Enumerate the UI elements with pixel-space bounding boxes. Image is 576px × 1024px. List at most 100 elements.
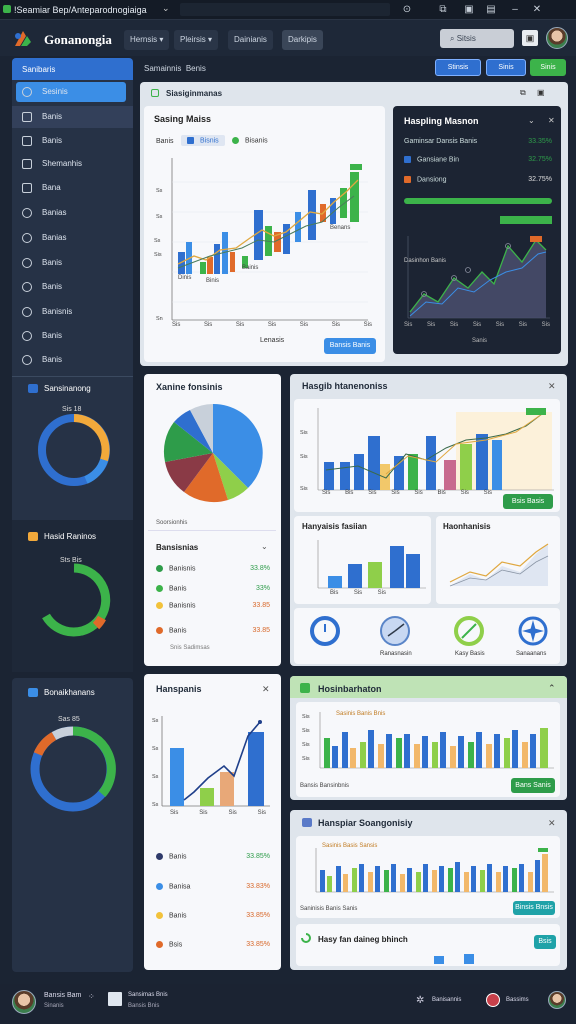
breadcrumb-item[interactable]: Samainnis	[144, 64, 181, 73]
mid-item-2: Banisa 33.83%	[156, 883, 270, 890]
pie-list-title: Bansisnias	[156, 543, 199, 552]
footer-user: Bansis Bam	[44, 992, 82, 999]
x-ticks: Sis Sis Sis Sis Sis Sis Sis	[404, 322, 550, 328]
close-icon[interactable]: ✕	[548, 381, 556, 392]
x-tick: Sis	[299, 322, 309, 328]
sidebar-item-9[interactable]: Banis	[16, 277, 130, 297]
donut-chart-1	[38, 414, 110, 486]
sidepanel-1-title: Sansinanong	[44, 384, 91, 393]
dark-x-label: Sanis	[472, 338, 488, 344]
menu-item-3[interactable]: Dainianis	[228, 30, 273, 50]
close-icon[interactable]: ✕	[530, 3, 544, 17]
search-label: Sitsis	[456, 34, 476, 43]
breadcrumb-item[interactable]: Benis	[186, 64, 206, 73]
footer-grid-icon	[108, 992, 122, 1006]
menu-item-1[interactable]: Hernsis ▾	[124, 30, 170, 50]
sidebar-item-3[interactable]: Banis	[16, 131, 130, 151]
grid-icon[interactable]: ⁘	[88, 992, 95, 1001]
y-tick: Ss	[152, 746, 159, 752]
x-ticks: Sis Sis Sis Sis	[170, 810, 266, 816]
sidebar-item-10[interactable]: Banisnis	[16, 302, 130, 322]
sidebar-item-11[interactable]: Banis	[16, 326, 130, 346]
y-tick: Sis	[154, 252, 162, 258]
row-value: 33.35%	[528, 138, 552, 145]
small-line-chart	[449, 543, 549, 587]
pie-divider	[148, 530, 276, 531]
sidebar-item-1-label[interactable]: Sesinis	[16, 82, 130, 102]
sidebar-item-4[interactable]: Shemanhis	[16, 154, 130, 174]
sidebar-item-8[interactable]: Banis	[16, 253, 130, 273]
row-label: Gaminsar Dansis Banis	[404, 138, 478, 145]
footer-avatar[interactable]	[12, 990, 36, 1014]
chevron-down-icon[interactable]: ⌄	[162, 3, 170, 14]
x-tick: Bis	[330, 590, 339, 596]
user-avatar[interactable]	[546, 27, 568, 49]
hist-button[interactable]: Bsis Basis	[503, 494, 553, 509]
minimize-icon[interactable]: –	[508, 3, 522, 17]
x-ticks: Sis Bis Sis Sis Sis Bis Sis Sis	[322, 490, 492, 496]
bottom-card-icon	[302, 818, 312, 827]
label: Banias	[42, 208, 67, 217]
app-logo-icon	[15, 31, 31, 46]
stack-icon[interactable]: ▤	[484, 3, 498, 17]
close-icon[interactable]: ✕	[548, 818, 556, 829]
app-icon	[3, 5, 11, 13]
x-tick: Sis	[331, 322, 341, 328]
dark-card-title: Haspling Masnon	[404, 116, 479, 126]
clock-icon	[380, 616, 410, 646]
label: Sesinis	[42, 87, 68, 96]
pie-chart	[163, 403, 263, 503]
y-tick: Sis	[302, 714, 310, 720]
close-icon[interactable]: ✕	[262, 684, 270, 695]
value: 33%	[255, 585, 270, 592]
footer-avatar-2[interactable]	[486, 993, 500, 1007]
compass-icon	[518, 616, 548, 646]
copy-icon[interactable]: ▣	[462, 3, 476, 17]
bottom-card-button[interactable]: Binsis Bnsis	[513, 901, 555, 915]
record-icon[interactable]: ⊙	[400, 3, 414, 17]
sidepanel-2-title: Hasid Raninos	[44, 532, 97, 541]
main-chart-button[interactable]: Bansis Banis	[324, 338, 376, 354]
sidebar-item-5[interactable]: Bana	[16, 178, 130, 198]
label: Banis	[42, 355, 63, 364]
search-input[interactable]: ⌕ Sitsis	[440, 29, 514, 48]
swatch	[156, 912, 163, 919]
share-icon[interactable]: ⧉	[436, 3, 450, 17]
toolbar-button-3[interactable]: Sinis	[530, 59, 566, 76]
sidebar-item-12[interactable]: Banis	[16, 350, 130, 370]
expand-icon[interactable]: ⧉	[520, 88, 526, 98]
x-tick: Sis	[483, 490, 492, 496]
bottom-bar-chart	[315, 848, 554, 893]
address-bar[interactable]	[180, 3, 390, 16]
check-circle-icon	[22, 257, 32, 268]
settings-icon[interactable]: ✲	[416, 995, 424, 1006]
more-icon[interactable]: ⌄	[528, 116, 535, 125]
label: Banis	[42, 136, 63, 145]
bottom-card-2-button[interactable]: Bsis	[534, 935, 556, 949]
close-icon[interactable]: ▣	[537, 88, 545, 97]
sidebar-item-7[interactable]: Banias	[16, 228, 130, 248]
y-tick: Sis	[302, 756, 310, 762]
x-tick: Bis	[345, 490, 354, 496]
sidebar-item-2[interactable]: Banis	[16, 107, 130, 127]
toolbar-button-1[interactable]: Stinsis	[435, 59, 481, 76]
menu-item-2[interactable]: Pleirsis ▾	[174, 30, 219, 50]
value: 33.8%	[250, 565, 270, 572]
menu-item-4[interactable]: Darkipis	[282, 30, 323, 50]
notification-icon[interactable]: ▣	[522, 30, 538, 46]
x-ticks: Sis Sis Sis Sis Sis Sis Sis	[172, 322, 372, 328]
sidebar-item-6[interactable]: Banias	[16, 203, 130, 223]
y-tick: Ss	[156, 188, 163, 194]
label: Banisnis	[42, 307, 73, 316]
pie-item-2: Banis 33%	[156, 585, 270, 592]
mid-item-4: Bsis 33.85%	[156, 941, 270, 948]
green-card-button[interactable]: Bans Sanis	[511, 778, 555, 793]
chevron-down-icon[interactable]: ⌄	[261, 542, 268, 551]
footer-avatar-3[interactable]	[548, 991, 566, 1009]
close-icon[interactable]: ✕	[548, 116, 555, 125]
toolbar-button-2[interactable]: Sinis	[486, 59, 526, 76]
collapse-icon[interactable]: ⌃	[548, 683, 556, 694]
histogram-chart: Sis Sis Sis	[300, 408, 554, 492]
y-tick: Sis	[302, 742, 310, 748]
label: Banias	[42, 233, 67, 242]
